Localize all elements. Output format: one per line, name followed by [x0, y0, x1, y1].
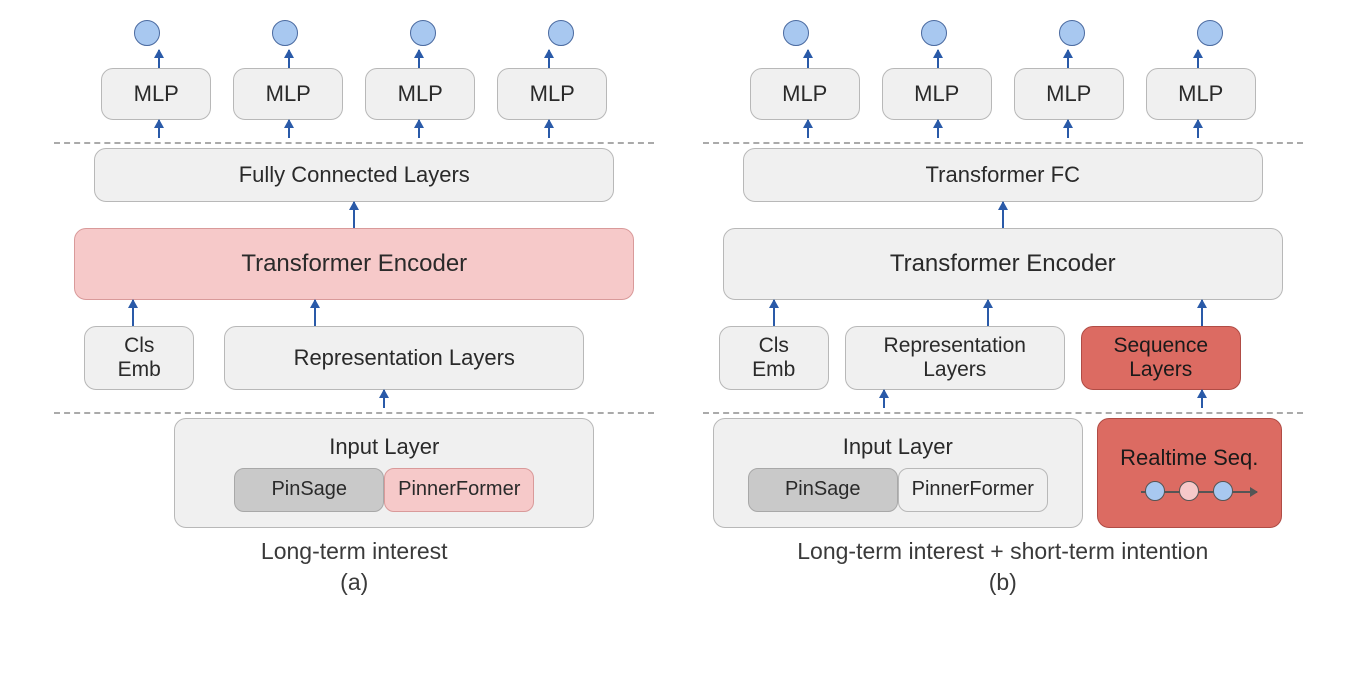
input-layer-title: Input Layer	[843, 434, 953, 459]
arrows	[54, 120, 654, 138]
output-dot	[783, 20, 809, 46]
caption-line1: Long-term interest	[261, 538, 448, 564]
mlp-box: MLP	[1146, 68, 1256, 120]
transformer-encoder-box: Transformer Encoder	[74, 228, 634, 300]
mlp-box: MLP	[365, 68, 475, 120]
mlp-row: MLP MLP MLP MLP	[54, 68, 654, 120]
arrows	[703, 50, 1303, 68]
cls-emb-box: Cls Emb	[84, 326, 194, 390]
mlp-box: MLP	[1014, 68, 1124, 120]
output-dot	[410, 20, 436, 46]
caption: Long-term interest (a)	[261, 536, 448, 598]
mlp-box: MLP	[101, 68, 211, 120]
arrows	[84, 390, 684, 408]
output-dot	[272, 20, 298, 46]
pinsage-chip: PinSage	[234, 468, 384, 512]
representation-layers-box: Representation Layers	[224, 326, 584, 390]
mlp-box: MLP	[233, 68, 343, 120]
caption: Long-term interest + short-term intentio…	[797, 536, 1208, 598]
output-dots-row	[703, 20, 1303, 46]
mlp-box: MLP	[882, 68, 992, 120]
cls-rep-row: Cls Emb Representation Layers	[54, 326, 654, 390]
arrows	[703, 300, 1303, 326]
input-row: Input Layer PinSage PinnerFormer Realtim…	[703, 418, 1303, 528]
fc-box: Transformer FC	[743, 148, 1263, 202]
caption-line1: Long-term interest + short-term intentio…	[797, 538, 1208, 564]
mlp-row: MLP MLP MLP MLP	[703, 68, 1303, 120]
input-layer-box: Input Layer PinSage PinnerFormer	[713, 418, 1083, 528]
arrows	[54, 202, 654, 228]
seq-dot	[1213, 481, 1233, 501]
input-layer-title: Input Layer	[329, 434, 439, 459]
sequence-layers-box: Sequence Layers	[1081, 326, 1241, 390]
representation-layers-box: Representation Layers	[845, 326, 1065, 390]
output-dot	[921, 20, 947, 46]
divider	[703, 142, 1303, 144]
seq-dot	[1179, 481, 1199, 501]
mlp-box: MLP	[750, 68, 860, 120]
panel-right: MLP MLP MLP MLP Transformer FC Transform…	[703, 20, 1303, 670]
arrows	[54, 50, 654, 68]
output-dot	[1059, 20, 1085, 46]
cls-rep-seq-row: Cls Emb Representation Layers Sequence L…	[703, 326, 1303, 390]
panel-left: MLP MLP MLP MLP Fully Connected Layers T…	[54, 20, 654, 670]
mlp-box: MLP	[497, 68, 607, 120]
arrows	[703, 202, 1303, 228]
sequence-icon	[1145, 481, 1233, 501]
divider	[703, 412, 1303, 414]
output-dot	[548, 20, 574, 46]
arrows	[54, 300, 654, 326]
output-dots-row	[54, 20, 654, 46]
chips: PinSage PinnerFormer	[234, 468, 534, 512]
pinnerformer-chip: PinnerFormer	[384, 468, 534, 512]
realtime-seq-label: Realtime Seq.	[1120, 445, 1258, 470]
pinsage-chip: PinSage	[748, 468, 898, 512]
input-row: Input Layer PinSage PinnerFormer	[54, 418, 654, 528]
divider	[54, 412, 654, 414]
realtime-seq-box: Realtime Seq.	[1097, 418, 1282, 528]
arrows	[703, 120, 1303, 138]
divider	[54, 142, 654, 144]
pinnerformer-chip: PinnerFormer	[898, 468, 1048, 512]
caption-line2: (a)	[340, 569, 368, 595]
cls-emb-box: Cls Emb	[719, 326, 829, 390]
input-layer-box: Input Layer PinSage PinnerFormer	[174, 418, 594, 528]
caption-line2: (b)	[989, 569, 1017, 595]
output-dot	[134, 20, 160, 46]
transformer-encoder-box: Transformer Encoder	[723, 228, 1283, 300]
fc-box: Fully Connected Layers	[94, 148, 614, 202]
seq-dot	[1145, 481, 1165, 501]
chips: PinSage PinnerFormer	[748, 468, 1048, 512]
arrows	[703, 390, 1303, 408]
output-dot	[1197, 20, 1223, 46]
